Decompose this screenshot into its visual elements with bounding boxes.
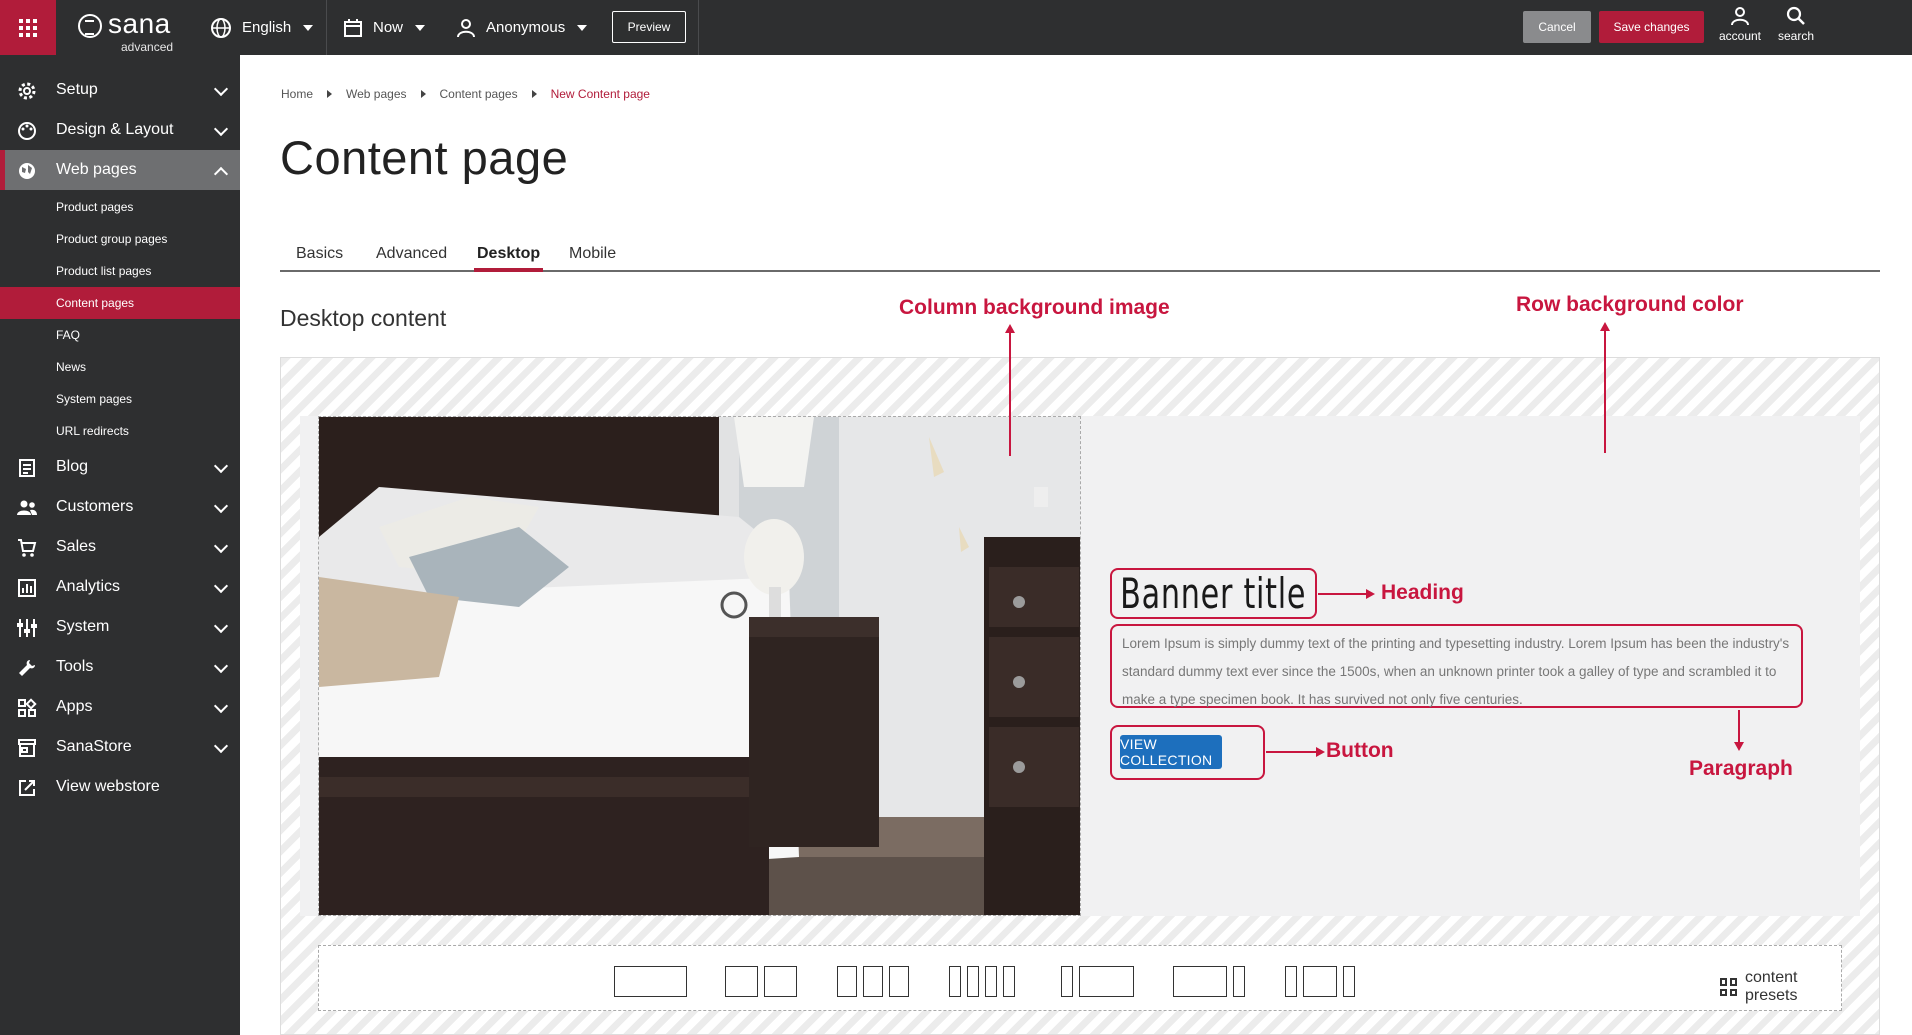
annotation-heading: Heading — [1381, 581, 1464, 604]
presets-label: content presets — [1745, 969, 1798, 1004]
annotation-row-bg: Row background color — [1516, 293, 1744, 316]
layout-2-columns[interactable] — [725, 966, 797, 997]
layout-wide-narrow[interactable] — [1173, 966, 1245, 997]
annotation-column-bg: Column background image — [899, 296, 1170, 319]
content-presets-button[interactable]: content presets — [1720, 969, 1841, 1005]
layout-narrow-wide-narrow[interactable] — [1285, 966, 1355, 997]
row-layout-picker: content presets — [318, 945, 1842, 1011]
annotation-arrows — [1005, 322, 1744, 757]
layout-1-column[interactable] — [614, 966, 687, 997]
annotation-button: Button — [1326, 739, 1394, 762]
layout-narrow-wide[interactable] — [1061, 966, 1134, 997]
presets-icon — [1720, 978, 1737, 996]
layout-3-columns[interactable] — [837, 966, 909, 997]
layout-4-columns[interactable] — [949, 966, 1015, 997]
annotation-paragraph: Paragraph — [1689, 757, 1793, 780]
